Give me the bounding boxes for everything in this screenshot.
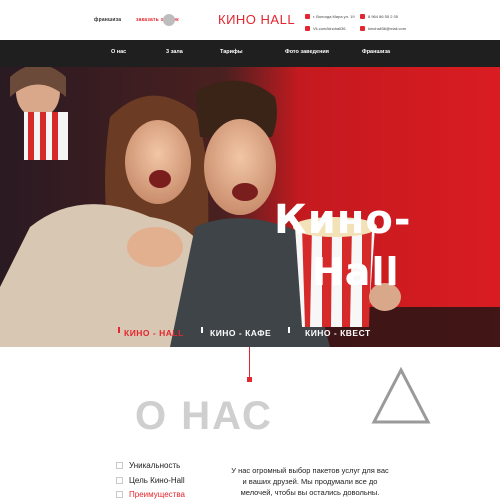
location-icon bbox=[305, 14, 310, 19]
sub-nav-marker bbox=[288, 327, 290, 333]
checkbox-icon bbox=[116, 491, 123, 498]
list-item-label: Уникальность bbox=[129, 461, 181, 470]
top-header: франшиза заказать звонок КИНО HALL г. Во… bbox=[0, 0, 500, 40]
checkbox-icon bbox=[116, 477, 123, 484]
about-list-item-goal[interactable]: Цель Кино-Hall bbox=[116, 476, 185, 485]
hero-banner: Кино- Hall bbox=[0, 67, 500, 347]
section-divider-line bbox=[249, 347, 250, 377]
checkbox-icon bbox=[116, 462, 123, 469]
sub-nav-kino-cafe[interactable]: КИНО - КАФЕ bbox=[210, 328, 271, 338]
vk-text: Vk.com/kinohall36 bbox=[313, 26, 346, 31]
sub-nav-kino-hall[interactable]: КИНО - HALL bbox=[124, 328, 184, 338]
section-divider-dot bbox=[247, 377, 252, 382]
vk-contact[interactable]: Vk.com/kinohall36 bbox=[305, 26, 345, 31]
phone-text: 8 964 86 55 2 05 bbox=[368, 14, 399, 19]
triangle-icon bbox=[371, 366, 431, 424]
nav-item-about[interactable]: О нас bbox=[111, 49, 126, 55]
vk-icon bbox=[305, 26, 310, 31]
hero-title-line2: Hall bbox=[312, 250, 400, 294]
sub-nav-kino-quest[interactable]: КИНО - КВЕСТ bbox=[305, 328, 371, 338]
main-nav: О нас 3 зала Тарифы Фото заведения Франш… bbox=[0, 40, 500, 67]
mail-icon bbox=[360, 26, 365, 31]
about-list-item-advantages[interactable]: Преимущества bbox=[116, 490, 185, 499]
nav-item-franchise[interactable]: Франшиза bbox=[362, 49, 390, 55]
franchise-link[interactable]: франшиза bbox=[94, 17, 121, 23]
address-text: г. Вологда Мира ул. 19 bbox=[313, 14, 355, 19]
email-contact[interactable]: kinohall36@mail.com bbox=[360, 26, 406, 31]
about-description: У нас огромный выбор пакетов услуг для в… bbox=[231, 466, 389, 497]
about-list-item-uniqueness[interactable]: Уникальность bbox=[116, 461, 180, 470]
address-contact: г. Вологда Мира ул. 19 bbox=[305, 14, 355, 19]
nav-item-photos[interactable]: Фото заведения bbox=[285, 49, 329, 55]
hero-title-line1: Кино- bbox=[274, 197, 412, 243]
nav-item-tariffs[interactable]: Тарифы bbox=[220, 49, 243, 55]
hero-image bbox=[0, 67, 500, 347]
email-text: kinohall36@mail.com bbox=[368, 26, 407, 31]
list-item-label: Цель Кино-Hall bbox=[129, 476, 185, 485]
sub-nav-marker bbox=[118, 327, 120, 333]
sub-nav-marker bbox=[201, 327, 203, 333]
list-item-label: Преимущества bbox=[129, 490, 185, 499]
phone-icon bbox=[360, 14, 365, 19]
nav-item-halls[interactable]: 3 зала bbox=[166, 49, 183, 55]
phone-contact[interactable]: 8 964 86 55 2 05 bbox=[360, 14, 398, 19]
site-logo[interactable]: КИНО HALL bbox=[218, 12, 295, 27]
order-call-indicator bbox=[163, 14, 175, 26]
about-title: О НАС bbox=[135, 394, 273, 438]
